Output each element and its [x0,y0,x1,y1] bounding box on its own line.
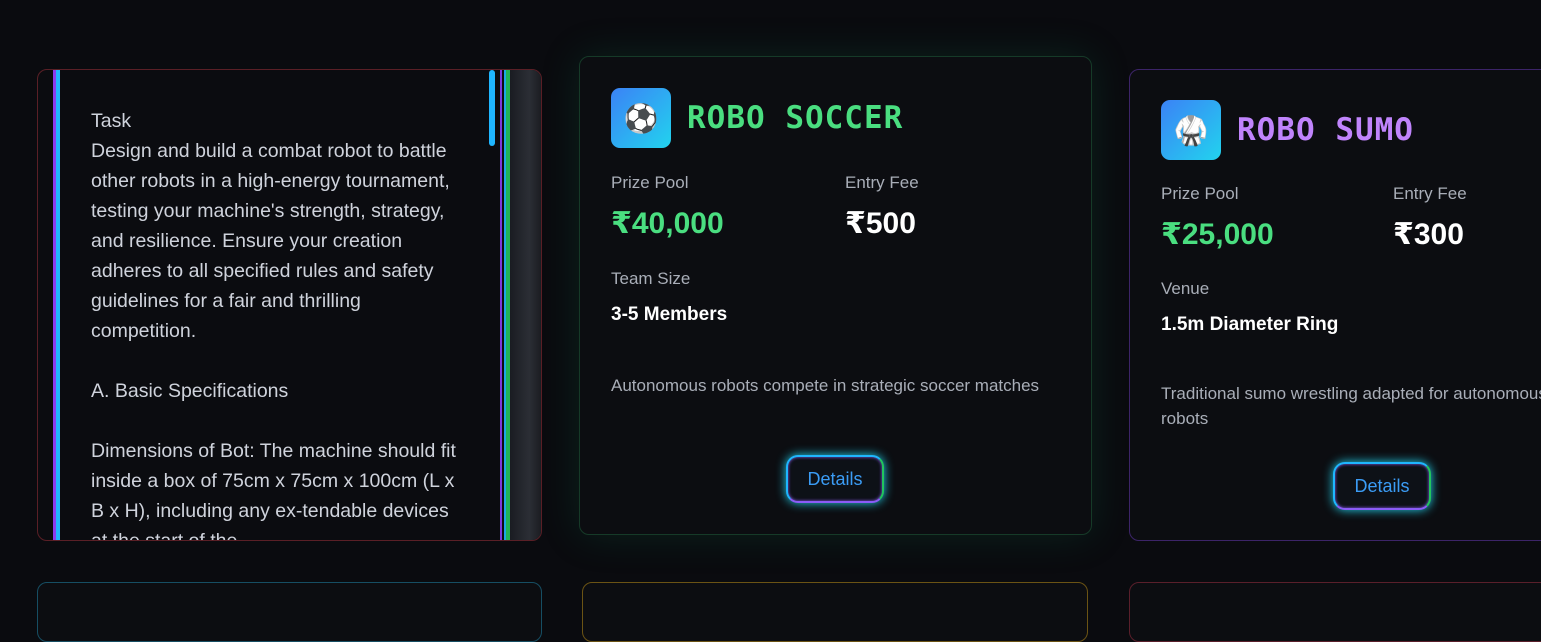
prize-value: ₹25,000 [1161,218,1274,251]
venue-value: 1.5m Diameter Ring [1161,314,1339,335]
event-description: Autonomous robots compete in strategic s… [611,376,1040,395]
venue-label: Venue [1161,279,1210,298]
event-card-robo-soccer: ⚽ ROBO SOCCER Prize Pool Entry Fee ₹40,0… [579,56,1092,535]
details-button[interactable]: Details [786,455,884,503]
event-card-partial [582,582,1088,642]
task-description: Design and build a combat robot to battl… [91,140,456,342]
soccer-ball-icon: ⚽ [611,88,671,148]
event-card-robo-sumo: 🥋 ROBO SUMO Prize Pool Entry Fee ₹25,000… [1129,69,1541,541]
fee-label: Entry Fee [1393,184,1467,203]
event-details-panel[interactable]: Task Design and build a combat robot to … [37,69,542,541]
scrollbar-thumb[interactable] [489,70,495,146]
team-size-label: Team Size [611,269,691,288]
event-description: Traditional sumo wrestling adapted for a… [1161,384,1541,428]
panel-shadow [510,70,541,540]
task-heading: Task [91,110,132,132]
event-title: ROBO SOCCER [687,100,904,136]
task-text: Task Design and build a combat robot to … [91,106,463,541]
event-card-partial [1129,582,1541,642]
details-button[interactable]: Details [1333,462,1431,510]
prize-value: ₹40,000 [611,207,724,240]
prize-label: Prize Pool [1161,184,1239,203]
section-body: Dimensions of Bot: The machine should fi… [91,440,462,541]
team-size-value: 3-5 Members [611,304,728,325]
martial-arts-uniform-icon: 🥋 [1161,100,1221,160]
event-title: ROBO SUMO [1237,112,1414,148]
fee-value: ₹300 [1393,218,1464,251]
fee-value: ₹500 [845,207,916,240]
right-accent-stripe [500,70,510,540]
event-card-partial [37,582,542,642]
left-accent-stripe [53,70,60,540]
prize-label: Prize Pool [611,173,689,192]
section-title: A. Basic Specifications [91,380,289,402]
fee-label: Entry Fee [845,173,919,192]
